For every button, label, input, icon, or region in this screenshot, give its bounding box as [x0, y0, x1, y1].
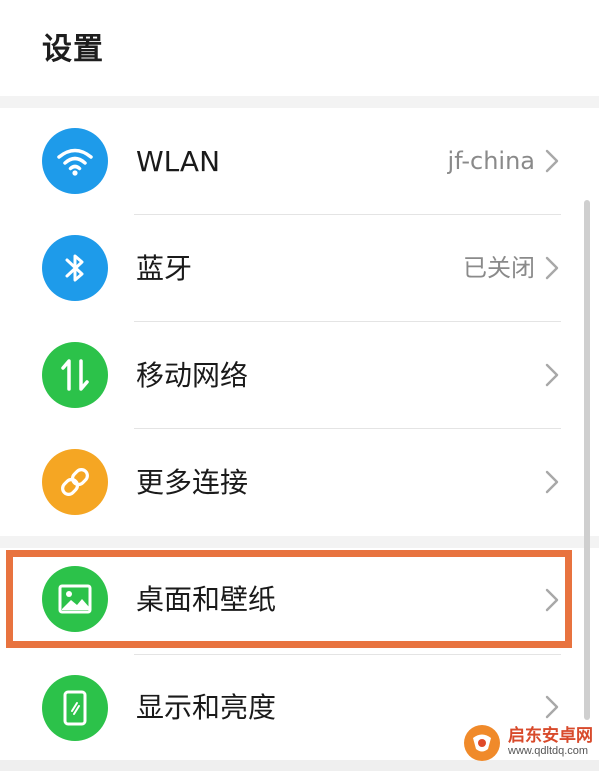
settings-item-label: 更多连接	[136, 466, 249, 499]
phone-display-icon	[42, 675, 108, 741]
section-gap	[0, 536, 599, 548]
settings-item-mobile-network[interactable]: 移动网络	[0, 322, 599, 429]
chevron-right-icon	[545, 363, 559, 387]
settings-item-label: 蓝牙	[136, 252, 193, 285]
settings-item-value: jf-china	[447, 147, 535, 175]
link-icon	[42, 449, 108, 515]
chevron-right-icon	[545, 588, 559, 612]
chevron-right-icon	[545, 256, 559, 280]
chevron-right-icon	[545, 149, 559, 173]
wifi-icon	[42, 128, 108, 194]
section-gap	[0, 96, 599, 108]
watermark-url: www.qdltdq.com	[508, 745, 589, 758]
page-title: 设置	[42, 32, 104, 67]
watermark: 启东安卓网 www.qdltdq.com	[462, 723, 593, 763]
chevron-right-icon	[545, 695, 559, 719]
watermark-name: 启东安卓网	[508, 726, 593, 747]
header: 设置	[0, 0, 599, 96]
settings-item-label: 显示和亮度	[136, 691, 277, 724]
scrollbar[interactable]	[584, 200, 590, 720]
settings-item-label: WLAN	[136, 145, 221, 178]
settings-item-desktop-wallpaper[interactable]: 桌面和壁纸	[0, 548, 599, 655]
settings-item-more-connections[interactable]: 更多连接	[0, 429, 599, 536]
settings-item-label: 桌面和壁纸	[136, 583, 277, 616]
bluetooth-icon	[42, 235, 108, 301]
settings-item-label: 移动网络	[136, 359, 249, 392]
settings-item-bluetooth[interactable]: 蓝牙 已关闭	[0, 215, 599, 322]
chevron-right-icon	[545, 470, 559, 494]
settings-item-value: 已关闭	[463, 254, 535, 282]
watermark-logo-icon	[464, 725, 500, 761]
settings-item-wlan[interactable]: WLAN jf-china	[0, 108, 599, 215]
mobile-data-icon	[42, 342, 108, 408]
image-icon	[42, 566, 108, 632]
